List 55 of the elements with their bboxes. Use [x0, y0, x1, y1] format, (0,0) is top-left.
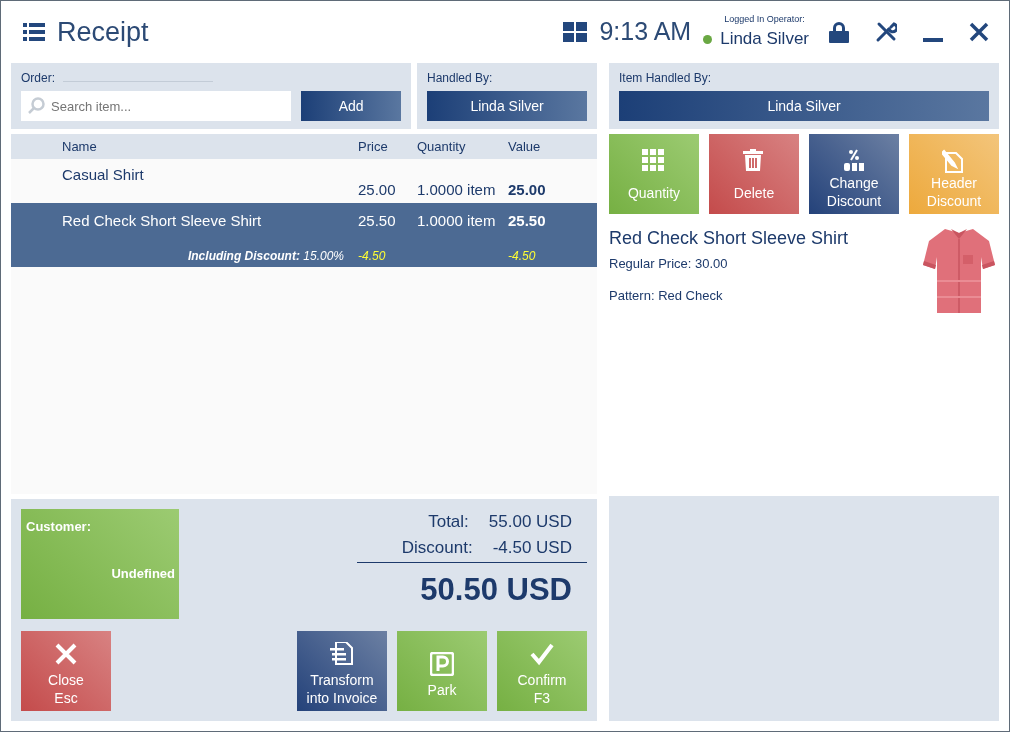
window-title: Receipt [57, 15, 149, 49]
value-discount: -4.50 [508, 247, 537, 265]
pencil-document-icon [942, 149, 966, 173]
order-label: Order: [21, 70, 55, 87]
table-row[interactable]: Red Check Short Sleeve Shirt 25.50 1.0000 item 25.50 Including Discount: 15.00% -4.50 -4.50 [11, 203, 597, 267]
item-name: Red Check Short Sleeve Shirt [62, 211, 263, 231]
item-value: 25.50 [508, 211, 547, 231]
item-price: 25.50 [358, 211, 397, 231]
item-price: 25.00 [358, 179, 397, 200]
close-icon [54, 642, 78, 666]
discount-note: Including Discount: 15.00% [186, 247, 345, 265]
invoice-button[interactable]: Transform into Invoice [297, 631, 387, 711]
column-header: Price [358, 137, 389, 156]
close-button[interactable]: Close Esc [21, 631, 111, 711]
handled-by-label: Handled By: [427, 70, 494, 87]
item-quantity: 1.0000 item [417, 211, 497, 231]
column-header: Value [508, 137, 542, 156]
tools-icon[interactable] [875, 21, 897, 43]
item-quantity: 1.0000 item [417, 179, 497, 200]
customer-label: Customer: [26, 518, 92, 536]
lock-icon[interactable] [829, 21, 849, 43]
item-handled-button[interactable]: Linda Silver [619, 91, 989, 121]
grand-total: 50.50 USD [420, 571, 572, 609]
table-row[interactable]: Casual Shirt 25.00 1.0000 item 25.00 [11, 159, 597, 203]
clock-time: 9:13 AM [599, 16, 692, 48]
item-detail: Pattern: Red Check [609, 286, 724, 305]
add-button[interactable]: Add [301, 91, 401, 121]
discount-label: Discount: [401, 536, 473, 559]
menu-icon[interactable] [23, 23, 45, 41]
operator-name: Linda Silver [720, 28, 809, 50]
document-icon [330, 642, 354, 666]
change-discount-button[interactable]: Change Discount [809, 134, 899, 214]
customer-value: Undefined [111, 564, 175, 583]
discount-amount: -4.50 USD [492, 536, 572, 559]
close-icon[interactable] [969, 22, 989, 42]
item-value: 25.00 [508, 179, 547, 200]
price-discount: -4.50 [358, 247, 387, 265]
grid-icon[interactable] [563, 22, 588, 42]
delete-button[interactable]: Delete [709, 134, 799, 214]
trash-icon [742, 148, 766, 173]
column-header: Quantity [417, 137, 467, 156]
search-field[interactable]: Search item... [21, 91, 292, 121]
handled-by-button[interactable]: Linda Silver [427, 91, 587, 121]
grid-icon [642, 148, 666, 173]
operator-label: Logged In Operator: [723, 12, 806, 26]
check-icon [530, 642, 554, 666]
item-title: Red Check Short Sleeve Shirt [609, 227, 850, 250]
item-detail: Regular Price: 30.00 [609, 255, 729, 273]
parking-icon [430, 651, 454, 676]
total-amount: 55.00 USD [488, 511, 572, 533]
item-name: Casual Shirt [62, 165, 145, 185]
total-label: Total: [428, 511, 469, 533]
column-header: Name [62, 137, 98, 156]
item-handled-label: Item Handled By: [619, 70, 713, 87]
percent-off-icon [842, 149, 866, 173]
